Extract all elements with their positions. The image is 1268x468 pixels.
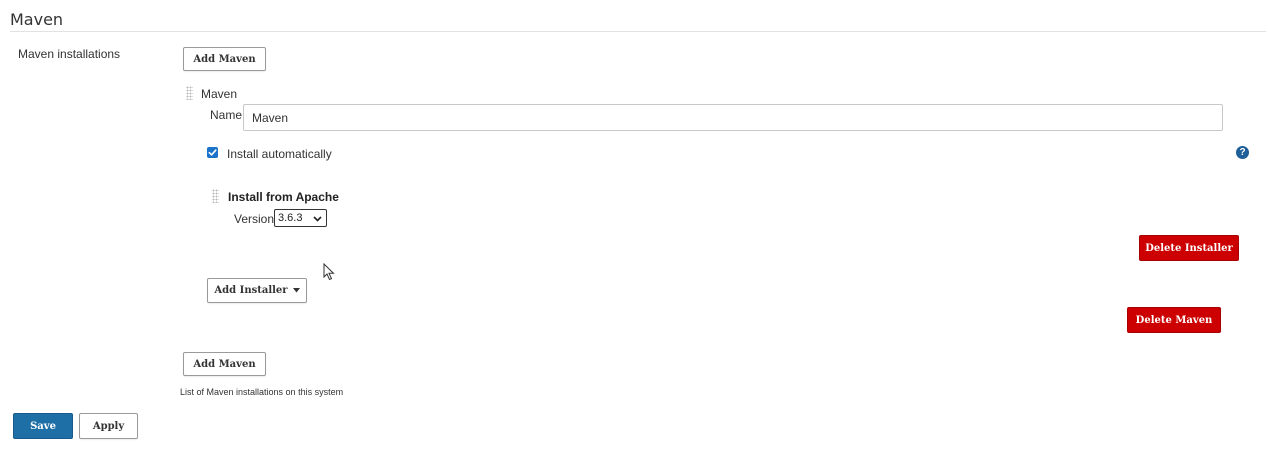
- version-select[interactable]: 3.6.3: [274, 209, 327, 227]
- installation-header: Maven: [201, 87, 238, 101]
- name-label: Name: [210, 108, 243, 122]
- section-title: Maven: [10, 10, 64, 29]
- maven-installations-label: Maven installations: [18, 47, 121, 61]
- checkmark-icon: [208, 149, 217, 156]
- delete-maven-button[interactable]: Delete Maven: [1127, 307, 1221, 333]
- install-automatically-label: Install automatically: [227, 147, 332, 161]
- section-divider: [10, 31, 1266, 32]
- mouse-cursor-icon: [323, 263, 335, 281]
- installer-drag-handle-icon[interactable]: [212, 189, 219, 203]
- save-button[interactable]: Save: [13, 413, 73, 439]
- add-maven-button-bottom[interactable]: Add Maven: [183, 352, 266, 376]
- apply-button[interactable]: Apply: [79, 413, 138, 439]
- chevron-down-icon: [313, 216, 322, 222]
- version-label: Version: [234, 212, 275, 226]
- name-input[interactable]: [243, 104, 1223, 131]
- drag-handle-icon[interactable]: [186, 86, 193, 100]
- add-installer-button[interactable]: Add Installer: [207, 278, 307, 303]
- installer-title: Install from Apache: [228, 190, 339, 204]
- installations-help-text: List of Maven installations on this syst…: [180, 387, 344, 397]
- caret-down-icon: [292, 288, 300, 293]
- delete-installer-button[interactable]: Delete Installer: [1139, 235, 1239, 261]
- add-maven-button-top[interactable]: Add Maven: [183, 47, 266, 71]
- version-value: 3.6.3: [278, 212, 303, 224]
- help-icon[interactable]: ?: [1236, 146, 1249, 159]
- install-automatically-checkbox[interactable]: [207, 147, 218, 158]
- add-installer-label: Add Installer: [214, 285, 288, 296]
